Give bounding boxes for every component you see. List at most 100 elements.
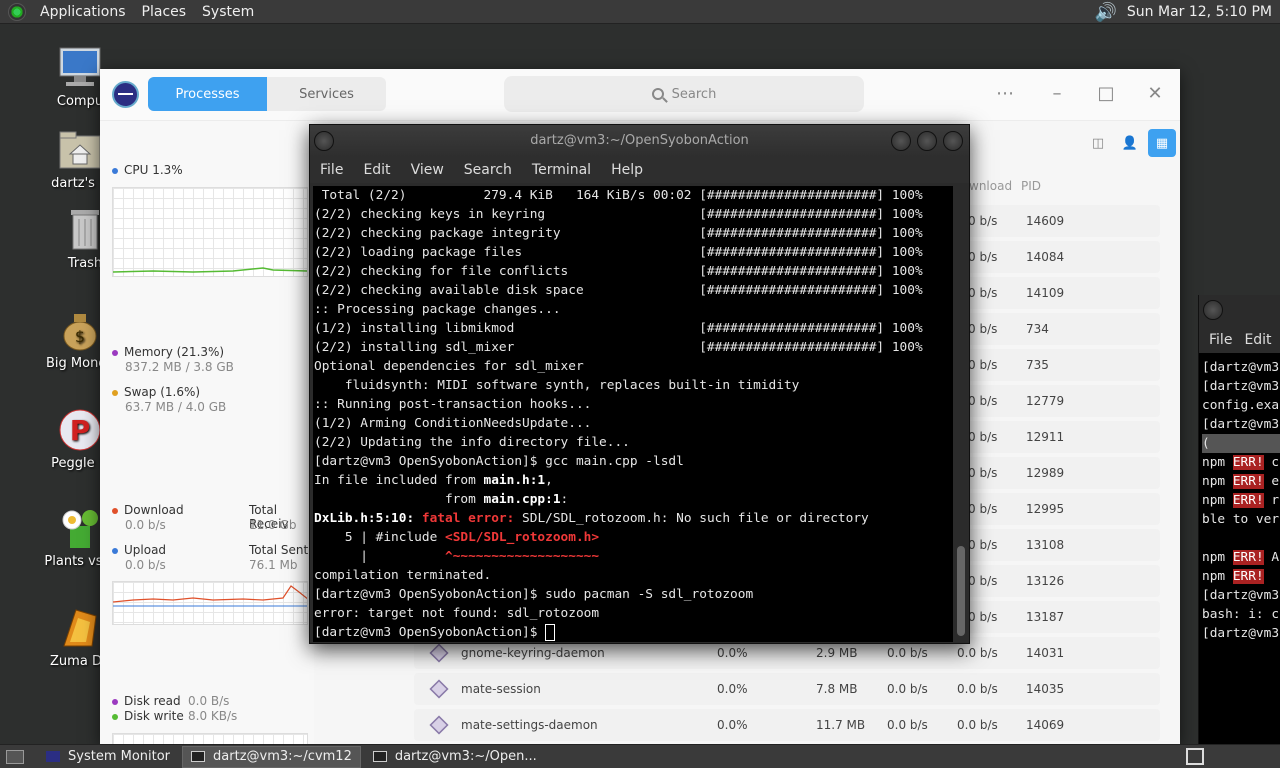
applications-logo-icon[interactable]	[8, 2, 26, 21]
cell-download: 0.0 b/s	[957, 682, 998, 696]
terminal-line: npm ERR! c	[1202, 453, 1279, 472]
cell-pid: 12995	[1026, 502, 1065, 516]
terminal-text: npm	[1202, 493, 1233, 508]
workspace-switcher-icon[interactable]	[1186, 748, 1204, 765]
menu-help[interactable]: Help	[601, 162, 653, 178]
terminal-text: npm	[1202, 474, 1233, 489]
cell-pid: 12911	[1026, 430, 1065, 444]
svg-text:$: $	[75, 327, 85, 346]
cpu-stat: CPU 1.3%	[112, 163, 183, 177]
total-received-value: 11.0 Gb	[249, 518, 297, 532]
taskbar-item-label: dartz@vm3:~/Open...	[394, 749, 537, 764]
svg-text:P: P	[70, 414, 91, 447]
terminal-line: [dartz@vm3	[1202, 626, 1280, 641]
terminal-line: bash: i: c	[1202, 607, 1280, 622]
secondary-terminal-menubar: File Edit	[1199, 327, 1280, 353]
terminal-prompt: [dartz@vm3 OpenSyobonAction]$	[314, 625, 546, 640]
menu-file[interactable]: File	[1199, 332, 1242, 348]
secondary-terminal-output[interactable]: [dartz@vm3 [dartz@vm3 config.exa [dartz@…	[1199, 353, 1280, 744]
tab-processes[interactable]: Processes	[148, 77, 267, 111]
terminal-scrollbar[interactable]	[955, 186, 967, 642]
taskbar-item-system-monitor[interactable]: System Monitor	[38, 746, 178, 768]
menu-system[interactable]: System	[194, 4, 262, 20]
menu-places[interactable]: Places	[134, 4, 195, 20]
disk-write-value: 8.0 KB/s	[188, 709, 238, 723]
tab-services[interactable]: Services	[267, 77, 386, 111]
clock[interactable]: Sun Mar 12, 5:10 PM	[1117, 4, 1280, 20]
menu-view[interactable]: View	[401, 162, 454, 178]
money-bag-icon: $	[56, 308, 104, 352]
terminal-menu-button-icon[interactable]	[1203, 300, 1223, 320]
terminal-line: [dartz@vm3	[1202, 360, 1280, 375]
terminal-titlebar[interactable]: dartz@vm3:~/OpenSyobonAction	[310, 125, 969, 157]
terminal-text: A	[1263, 550, 1280, 565]
terminal-text: npm	[1202, 455, 1233, 470]
maximize-icon[interactable]: □	[1095, 83, 1117, 105]
memory-stat: Memory (21.3%)	[112, 345, 224, 359]
menu-search[interactable]: Search	[454, 162, 522, 178]
cpu-graph	[112, 187, 308, 277]
terminal-text-bold: main.h:1	[483, 473, 546, 488]
npm-error-tag: ERR!	[1232, 569, 1264, 584]
show-desktop-icon[interactable]	[6, 749, 24, 764]
cell-memory: 11.7 MB	[816, 718, 866, 732]
network-graph	[112, 581, 308, 625]
secondary-terminal-window[interactable]: File Edit [dartz@vm3 [dartz@vm3 config.e…	[1198, 295, 1280, 744]
minimize-icon[interactable]: –	[1046, 83, 1068, 105]
cell-download: 0.0 b/s	[957, 646, 998, 660]
terminal-line: fluidsynth: MIDI software synth, replace…	[314, 378, 800, 393]
total-sent-label: Total Sent	[249, 543, 309, 557]
desktop-icon-label: Trash	[67, 256, 103, 271]
more-options-icon[interactable]: ⋯	[994, 83, 1016, 105]
terminal-line: [dartz@vm3 OpenSyobonAction]$ gcc main.c…	[314, 454, 684, 469]
cell-name: mate-session	[461, 682, 541, 696]
taskbar-item-terminal-cvm12[interactable]: dartz@vm3:~/cvm12	[182, 745, 361, 768]
terminal-scrollbar-thumb[interactable]	[957, 546, 965, 636]
search-input[interactable]: Search	[504, 76, 864, 112]
table-row[interactable]: mate-settings-daemon 0.0% 11.7 MB 0.0 b/…	[414, 709, 1160, 741]
terminal-line: (2/2) installing sdl_mixer [############…	[314, 340, 923, 355]
menu-edit[interactable]: Edit	[353, 162, 400, 178]
terminal-menu-button-icon[interactable]	[314, 131, 334, 151]
compact-view-icon[interactable]: ◫	[1084, 129, 1112, 157]
cell-download: 0 b/s	[968, 466, 998, 480]
menu-applications[interactable]: Applications	[32, 4, 134, 20]
home-folder-icon	[56, 128, 104, 172]
terminal-line: config.exa	[1202, 398, 1280, 413]
maximize-icon[interactable]	[917, 131, 937, 151]
terminal-text: |	[314, 549, 445, 564]
cell-download: 0 b/s	[968, 574, 998, 588]
swap-dot-icon	[112, 389, 118, 396]
terminal-line: In file included from main.h:1,	[314, 471, 553, 490]
cpu-dot-icon	[112, 167, 118, 174]
process-icon	[429, 679, 449, 699]
menu-file[interactable]: File	[310, 162, 353, 178]
taskbar-item-terminal-open[interactable]: dartz@vm3:~/Open...	[365, 746, 545, 768]
table-row[interactable]: mate-session 0.0% 7.8 MB 0.0 b/s 0.0 b/s…	[414, 673, 1160, 705]
terminal-output[interactable]: Total (2/2) 279.4 KiB 164 KiB/s 00:02 [#…	[313, 186, 953, 642]
taskbar-item-label: System Monitor	[68, 749, 171, 764]
minimize-icon[interactable]	[891, 131, 911, 151]
terminal-text: r	[1263, 493, 1280, 508]
swap-label: Swap (1.6%)	[124, 385, 201, 399]
column-header-pid[interactable]: PID	[1021, 179, 1041, 193]
terminal-text-bold: main.cpp:1	[483, 492, 561, 507]
volume-icon[interactable]: 🔊	[1095, 2, 1117, 23]
cell-download: 0 b/s	[968, 610, 998, 624]
terminal-line: [dartz@vm3 OpenSyobonAction]$ sudo pacma…	[314, 587, 754, 602]
column-header-download[interactable]: wnload	[969, 179, 1012, 193]
close-icon[interactable]: ✕	[1144, 83, 1166, 105]
terminal-line: ble to ver	[1202, 512, 1280, 527]
user-processes-icon[interactable]: 👤	[1116, 129, 1144, 157]
all-processes-icon[interactable]: ▦	[1148, 129, 1176, 157]
terminal-prompt-line[interactable]: [dartz@vm3 OpenSyobonAction]$	[314, 623, 556, 642]
cell-name: mate-settings-daemon	[461, 718, 598, 732]
menu-edit[interactable]: Edit	[1242, 332, 1271, 348]
terminal-line: (2/2) checking keys in keyring [########…	[314, 207, 923, 222]
terminal-window[interactable]: dartz@vm3:~/OpenSyobonAction File Edit V…	[309, 124, 970, 644]
close-icon[interactable]	[943, 131, 963, 151]
cell-cpu: 0.0%	[717, 682, 748, 696]
swap-detail: 63.7 MB / 4.0 GB	[125, 400, 227, 414]
menu-terminal[interactable]: Terminal	[522, 162, 601, 178]
npm-error-tag: ERR!	[1232, 455, 1264, 470]
